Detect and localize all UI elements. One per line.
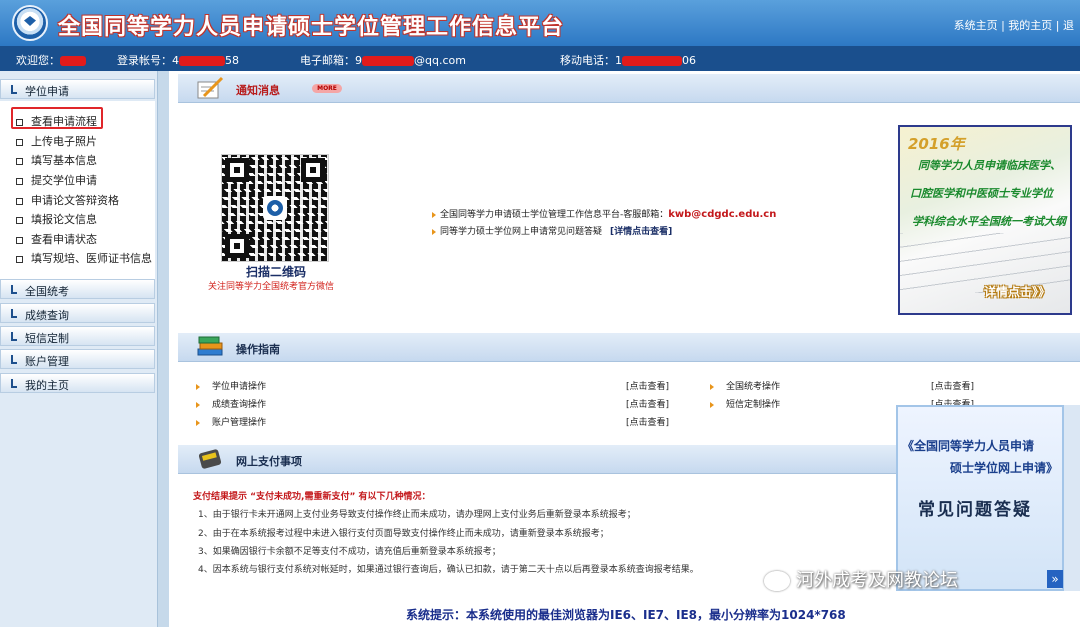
notice-line-faq: 同等学力硕士学位网上申请常见问题答疑 [详情点击查看]: [432, 224, 672, 237]
redaction-mark: [179, 56, 225, 66]
user-info-bar: 欢迎您： 登录帐号：4 58 电子邮箱：9 @qq.com 移动电话：1 06: [0, 46, 1080, 71]
arrow-bullet-icon: [432, 228, 436, 235]
sidebar-section-myhome[interactable]: 我的主页: [0, 373, 155, 393]
link-my-home[interactable]: 我的主页: [1008, 19, 1052, 32]
faq-detail-link[interactable]: [详情点击查看]: [610, 227, 672, 237]
site-title: 全国同等学力人员申请硕士学位管理工作信息平台: [58, 15, 565, 40]
payment-item: 4、因本系统与银行支付系统对帐延时，如果通过银行查询后，确认已扣款，请于第二天十…: [198, 565, 699, 575]
payment-title: 网上支付事项: [236, 455, 302, 468]
guide-account[interactable]: 账户管理操作: [196, 415, 266, 428]
qr-logo-icon: [263, 196, 287, 220]
bullet-square-icon: [16, 177, 23, 185]
bullet-square-icon: [16, 216, 23, 224]
arrow-bullet-icon: [196, 383, 200, 390]
sidebar-section-degree[interactable]: 学位申请: [0, 79, 155, 99]
section-marker-icon: [11, 332, 17, 341]
notepad-icon: [197, 76, 224, 99]
arrow-bullet-icon: [432, 211, 436, 218]
guide-section-header: 操作指南: [178, 333, 1080, 362]
faq-floating-banner[interactable]: 《全国同等学力人员申请 硕士学位网上申请》 常见问题答疑: [896, 405, 1064, 591]
sidebar-section-sms[interactable]: 短信定制: [0, 326, 155, 346]
section-marker-icon: [11, 85, 17, 94]
bullet-square-icon: [16, 255, 23, 263]
guide-scores[interactable]: 成绩查询操作: [196, 397, 266, 410]
phone-field: 移动电话：1 06: [560, 54, 696, 67]
wechat-icon: [764, 571, 790, 591]
notice-line-email: 全国同等学力申请硕士学位管理工作信息平台-客服邮箱：kwb@cdgdc.edu.…: [432, 207, 776, 220]
sidebar-scrollbar[interactable]: [157, 71, 169, 627]
sidebar-item-defense-qual[interactable]: 申请论文答辩资格: [16, 192, 119, 208]
redaction-mark: [362, 56, 414, 66]
arrow-bullet-icon: [196, 419, 200, 426]
site-logo-icon: [12, 5, 48, 41]
redaction-mark: [622, 56, 682, 66]
card-reader-icon: [198, 449, 222, 469]
sidebar-item-certificates[interactable]: 填写规培、医师证书信息: [16, 250, 152, 266]
sidebar-item-basic-info[interactable]: 填写基本信息: [16, 152, 97, 168]
guide-exam-link[interactable]: [点击查看]: [931, 379, 974, 392]
account-field: 登录帐号：4 58: [117, 54, 239, 67]
system-tip: 系统提示：本系统使用的最佳浏览器为IE6、IE7、IE8，最小分辨率为1024*…: [406, 608, 846, 622]
section-marker-icon: [11, 355, 17, 364]
highlight-box: [11, 107, 103, 129]
guide-exam[interactable]: 全国统考操作: [710, 379, 780, 392]
promo-detail-button[interactable]: 详情点击》》: [984, 283, 1050, 300]
link-system-home[interactable]: 系统主页: [954, 19, 998, 32]
books-icon: [197, 336, 223, 356]
bullet-square-icon: [16, 236, 23, 244]
guide-degree-link[interactable]: [点击查看]: [626, 379, 669, 392]
payment-item: 1、由于银行卡未开通网上支付业务导致支付操作终止而未成功，请办理网上支付业务后重…: [198, 510, 636, 520]
support-email-link[interactable]: kwb@cdgdc.edu.cn: [668, 209, 776, 220]
watermark: 河外成考及网教论坛: [764, 566, 958, 592]
arrow-bullet-icon: [196, 401, 200, 408]
faq-expand-button[interactable]: »: [1047, 570, 1063, 588]
sidebar-item-upload-photo[interactable]: 上传电子照片: [16, 133, 97, 149]
email-field: 电子邮箱：9 @qq.com: [300, 54, 466, 67]
qr-code: [221, 154, 329, 262]
sidebar-section-account[interactable]: 账户管理: [0, 349, 155, 369]
sidebar-section-exam[interactable]: 全国统考: [0, 279, 155, 299]
bullet-square-icon: [16, 138, 23, 146]
guide-title: 操作指南: [236, 343, 280, 356]
welcome-field: 欢迎您：: [16, 52, 86, 68]
payment-result-title: 支付结果提示 “支付未成功,需重新支付” 有以下几种情况：: [193, 492, 431, 502]
section-marker-icon: [11, 379, 17, 388]
notice-title: 通知消息: [236, 84, 280, 97]
qr-caption: 扫描二维码: [246, 265, 307, 279]
guide-account-link[interactable]: [点击查看]: [626, 415, 669, 428]
more-button[interactable]: MORE: [312, 84, 342, 93]
guide-sms[interactable]: 短信定制操作: [710, 397, 780, 410]
header-banner: 全国同等学力人员申请硕士学位管理工作信息平台 系统主页 | 我的主页 | 退: [0, 0, 1080, 46]
link-logout[interactable]: 退: [1063, 19, 1074, 32]
bullet-square-icon: [16, 197, 23, 205]
section-marker-icon: [11, 285, 17, 294]
sidebar-item-status[interactable]: 查看申请状态: [16, 231, 97, 247]
qr-subcaption: 关注同等学力全国统考官方微信: [208, 282, 335, 292]
notice-section-header: 通知消息 MORE: [178, 74, 1080, 103]
sidebar-item-thesis-info[interactable]: 填报论文信息: [16, 211, 97, 227]
payment-item: 3、如果确因银行卡余额不足等支付不成功，请充值后重新登录本系统报考；: [198, 547, 501, 557]
page-scrollbar[interactable]: [1064, 405, 1080, 591]
exam-outline-banner[interactable]: 2016年 同等学力人员申请临床医学、 口腔医学和中医硕士专业学位 学科综合水平…: [898, 125, 1072, 315]
section-marker-icon: [11, 309, 17, 318]
redaction-mark: [60, 56, 86, 66]
guide-scores-link[interactable]: [点击查看]: [626, 397, 669, 410]
arrow-bullet-icon: [710, 383, 714, 390]
sidebar-section-scores[interactable]: 成绩查询: [0, 303, 155, 323]
payment-item: 2、由于在本系统报考过程中未进入银行支付页面导致支付操作终止而未成功，请重新登录…: [198, 529, 609, 539]
guide-degree[interactable]: 学位申请操作: [196, 379, 266, 392]
sidebar-item-submit-degree[interactable]: 提交学位申请: [16, 172, 97, 188]
arrow-bullet-icon: [710, 401, 714, 408]
top-links: 系统主页 | 我的主页 | 退: [953, 19, 1074, 32]
bullet-square-icon: [16, 157, 23, 165]
